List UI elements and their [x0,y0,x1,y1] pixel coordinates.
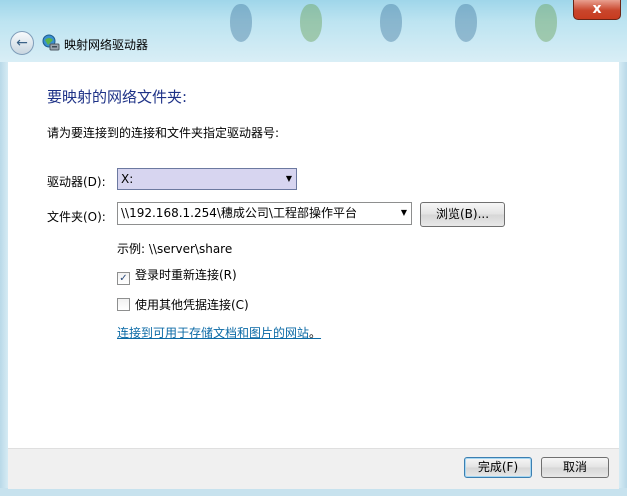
browse-button[interactable]: 浏览(B)... [420,202,505,227]
wizard-content [8,62,619,448]
other-credentials-checkbox-row[interactable]: 使用其他凭据连接(C) [117,296,249,313]
background-decoration [455,4,477,42]
drive-value: X: [121,172,134,186]
close-icon: x [592,1,602,17]
website-link[interactable]: 连接到可用于存储文档和图片的网站 [117,326,309,340]
chevron-down-icon[interactable]: ▼ [401,203,407,223]
folder-input[interactable]: \\192.168.1.254\穗成公司\工程部操作平台 ▼ [117,202,412,225]
window-frame-bottom [0,488,627,496]
wizard-title: 映射网络驱动器 [64,38,149,52]
background-decoration [230,4,252,42]
background-decoration [535,4,557,42]
page-heading: 要映射的网络文件夹: [47,88,188,106]
drive-label: 驱动器(D): [47,175,106,189]
close-button[interactable]: x [573,0,621,20]
window-frame-right [619,62,627,496]
cancel-button[interactable]: 取消 [541,457,609,478]
title-bar: x ← 映射网络驱动器 [0,0,627,62]
instruction-text: 请为要连接到的连接和文件夹指定驱动器号: [47,126,280,140]
folder-value: \\192.168.1.254\穗成公司\工程部操作平台 [121,206,357,220]
finish-button[interactable]: 完成(F) [464,457,532,478]
folder-label: 文件夹(O): [47,210,106,224]
background-decoration [380,4,402,42]
other-credentials-label: 使用其他凭据连接(C) [135,298,249,312]
example-text: 示例: \\server\share [117,242,233,256]
back-button[interactable]: ← [10,31,34,55]
other-credentials-checkbox[interactable] [117,298,130,311]
website-link-row[interactable]: 连接到可用于存储文档和图片的网站。 [117,324,321,341]
reconnect-checkbox[interactable]: ✓ [117,272,130,285]
link-suffix: 。 [309,326,322,340]
window-frame-left [0,62,8,496]
drive-select[interactable]: X: ▼ [117,168,297,190]
background-decoration [300,4,322,42]
reconnect-label: 登录时重新连接(R) [135,268,237,282]
chevron-down-icon: ▼ [285,174,292,183]
network-drive-icon [42,34,60,51]
reconnect-checkbox-row[interactable]: ✓ 登录时重新连接(R) [117,266,237,285]
back-arrow-icon: ← [16,35,28,51]
